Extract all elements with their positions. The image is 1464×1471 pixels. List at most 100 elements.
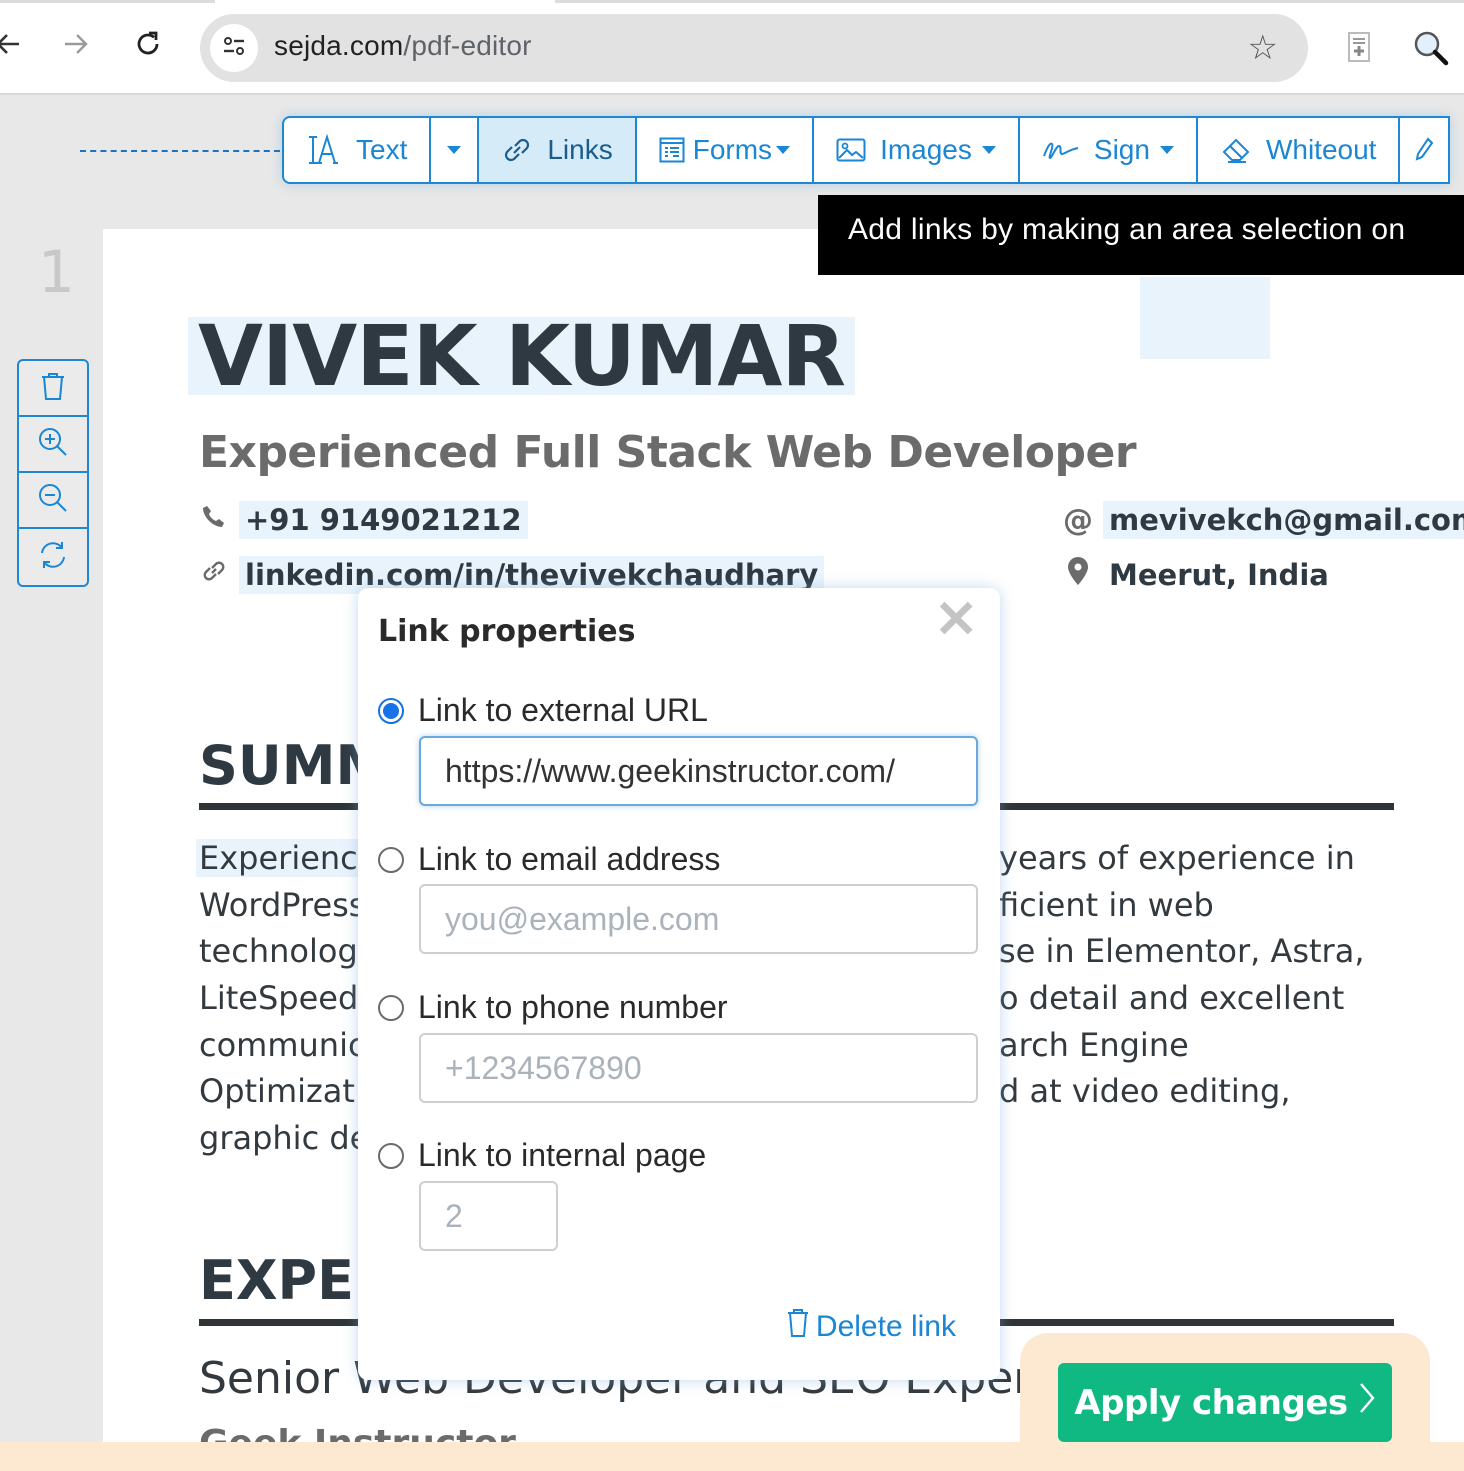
- company-name[interactable]: Geek Instructor: [199, 1423, 516, 1442]
- summary-line[interactable]: Experienc: [196, 839, 361, 877]
- back-button[interactable]: [0, 28, 28, 68]
- tool-links-label: Links: [547, 134, 613, 165]
- radio-phone[interactable]: [378, 994, 404, 1021]
- zoom-out-icon: [38, 483, 68, 518]
- link-icon: [199, 557, 229, 593]
- tool-links[interactable]: Links: [479, 118, 637, 182]
- rotate-icon: [38, 540, 68, 575]
- links-tooltip: Add links by making an area selection on: [818, 195, 1464, 275]
- form-icon: [659, 137, 685, 163]
- external-url-input[interactable]: [419, 736, 978, 806]
- tool-images-label: Images: [880, 134, 972, 165]
- caret-down-icon: [447, 146, 462, 154]
- text-options-dropdown[interactable]: [431, 118, 480, 182]
- apply-changes-label: Apply changes: [1074, 1382, 1348, 1423]
- caret-down-icon: [981, 146, 996, 154]
- summary-line[interactable]: years of experience in: [999, 839, 1355, 877]
- summary-line[interactable]: d at video editing,: [999, 1072, 1290, 1110]
- option-email[interactable]: Link to email address: [378, 841, 720, 878]
- option-label: Link to phone number: [418, 989, 728, 1025]
- bookmark-star-icon[interactable]: ☆: [1248, 28, 1278, 68]
- tab-edge: [555, 0, 1464, 3]
- summary-line[interactable]: graphic de: [199, 1119, 369, 1157]
- text-cursor-icon: [306, 134, 342, 166]
- option-label: Link to email address: [418, 841, 721, 877]
- option-phone[interactable]: Link to phone number: [378, 989, 728, 1026]
- signature-icon: [1042, 138, 1080, 162]
- zoom-in-icon: [38, 427, 68, 462]
- apply-changes-button[interactable]: Apply changes: [1058, 1363, 1392, 1442]
- reload-button[interactable]: [128, 28, 168, 68]
- radio-email[interactable]: [378, 846, 404, 873]
- summary-line[interactable]: LiteSpeed: [199, 979, 358, 1017]
- location-value[interactable]: Meerut, India: [1103, 556, 1335, 594]
- location-pin-icon: [1063, 556, 1093, 594]
- summary-line[interactable]: WordPress: [199, 886, 365, 924]
- summary-line[interactable]: se in Elementor, Astra,: [999, 932, 1364, 970]
- browser-toolbar: sejda.com/pdf-editor ☆: [0, 0, 1464, 95]
- summary-line[interactable]: ficient in web: [999, 886, 1214, 924]
- page-side-tools: [17, 359, 89, 587]
- pen-icon: [1414, 137, 1434, 163]
- at-icon: @: [1063, 502, 1093, 538]
- delete-page-button[interactable]: [19, 361, 87, 417]
- zoom-out-button[interactable]: [19, 473, 87, 529]
- option-label: Link to internal page: [418, 1137, 707, 1173]
- summary-line[interactable]: communic: [199, 1026, 366, 1064]
- address-bar[interactable]: sejda.com/pdf-editor ☆: [200, 14, 1308, 82]
- reload-icon: [134, 30, 162, 66]
- option-internal-page[interactable]: Link to internal page: [378, 1137, 706, 1174]
- radio-internal-page[interactable]: [378, 1142, 404, 1169]
- close-icon[interactable]: ✕: [934, 594, 978, 646]
- tab-edge: [0, 0, 215, 3]
- delete-link-button[interactable]: Delete link: [786, 1308, 956, 1346]
- tool-sign[interactable]: Sign: [1020, 118, 1198, 182]
- tool-forms-label: Forms: [692, 134, 773, 165]
- resume-headline[interactable]: Experienced Full Stack Web Developer: [199, 427, 1137, 478]
- tool-images[interactable]: Images: [814, 118, 1020, 182]
- extension-icon[interactable]: [1348, 32, 1370, 67]
- site-info-button[interactable]: [210, 24, 258, 72]
- trash-icon: [40, 371, 66, 406]
- summary-line[interactable]: technolog: [199, 932, 358, 970]
- tool-whiteout-label: Whiteout: [1265, 134, 1377, 165]
- radio-external-url[interactable]: [378, 697, 404, 724]
- link-icon: [501, 134, 533, 166]
- caret-down-icon: [1159, 146, 1174, 154]
- internal-page-input[interactable]: [419, 1181, 558, 1251]
- resume-name[interactable]: VIVEK KUMAR: [188, 314, 856, 398]
- option-label: Link to external URL: [418, 692, 708, 728]
- chevron-right-icon: [1358, 1380, 1376, 1425]
- toolbar-connector-line: [80, 150, 280, 152]
- phone-input[interactable]: [419, 1033, 978, 1103]
- rotate-page-button[interactable]: [19, 529, 87, 585]
- url-domain: sejda.com: [274, 30, 404, 61]
- page-number: 1: [38, 238, 75, 306]
- tune-icon: [220, 32, 248, 65]
- forward-button[interactable]: [56, 28, 96, 68]
- summary-line[interactable]: Optimizati: [199, 1072, 364, 1110]
- phone-value[interactable]: +91 9149021212: [239, 501, 528, 539]
- tool-annotate[interactable]: [1400, 118, 1448, 182]
- trash-icon: [786, 1308, 810, 1346]
- email-value[interactable]: mevivekch@gmail.com: [1103, 501, 1464, 539]
- summary-line[interactable]: arch Engine: [999, 1026, 1189, 1064]
- summary-line[interactable]: o detail and excellent: [999, 979, 1344, 1017]
- url-text: sejda.com/pdf-editor: [274, 30, 532, 62]
- contact-location: Meerut, India: [1063, 556, 1335, 594]
- apply-container: Apply changes: [1020, 1333, 1430, 1471]
- tool-text[interactable]: Text: [284, 118, 432, 182]
- email-input[interactable]: [419, 884, 978, 954]
- option-external-url[interactable]: Link to external URL: [378, 692, 708, 729]
- search-extension-icon[interactable]: [1413, 30, 1449, 71]
- tool-whiteout[interactable]: Whiteout: [1198, 118, 1401, 182]
- contact-phone: +91 9149021212: [199, 501, 528, 539]
- zoom-in-button[interactable]: [19, 417, 87, 473]
- tool-text-label: Text: [356, 134, 408, 165]
- editor-toolbar: Text Links Forms Images Sign Whiteout: [282, 116, 1451, 184]
- tool-sign-label: Sign: [1093, 134, 1150, 165]
- arrow-left-icon: [0, 31, 21, 65]
- tool-forms[interactable]: Forms: [637, 118, 815, 182]
- link-selection-area[interactable]: [1140, 277, 1270, 359]
- eraser-icon: [1220, 136, 1252, 164]
